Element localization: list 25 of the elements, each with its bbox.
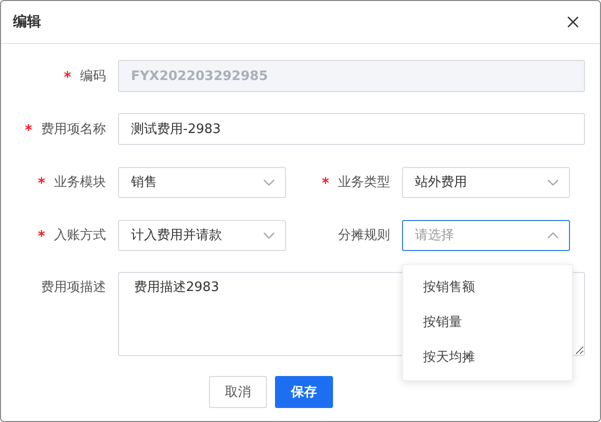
field-label: 费用项描述: [41, 280, 106, 295]
text-field[interactable]: 测试费用-2983: [118, 113, 585, 145]
chevron-down-icon: [263, 232, 275, 238]
dropdown-option[interactable]: 按销量: [403, 304, 572, 340]
dropdown-option[interactable]: 按销售额: [403, 270, 572, 304]
select-value: 销售: [131, 174, 157, 191]
select-field[interactable]: 计入费用并请款: [118, 220, 286, 250]
close-icon[interactable]: [567, 16, 579, 28]
select-field[interactable]: 站外费用: [402, 166, 570, 198]
field-label: 分摊规则: [338, 228, 390, 243]
field-label: 入账方式: [54, 228, 106, 243]
field-label: 费用项名称: [41, 122, 106, 137]
field-label: 业务模块: [54, 175, 106, 190]
field-label: 业务类型: [338, 175, 390, 190]
select-value: 计入费用并请款: [131, 227, 222, 244]
chevron-down-icon: [547, 178, 559, 186]
save-button[interactable]: 保存: [275, 376, 333, 408]
chevron-down-icon: [263, 178, 275, 186]
chevron-up-icon: [547, 232, 559, 238]
select-field[interactable]: 销售: [118, 166, 286, 198]
field-label: 编码: [80, 69, 106, 84]
select-placeholder: 请选择: [415, 227, 454, 244]
dialog-title: 编辑: [13, 13, 41, 31]
select-value: 站外费用: [415, 174, 467, 191]
cancel-button[interactable]: 取消: [209, 376, 267, 408]
